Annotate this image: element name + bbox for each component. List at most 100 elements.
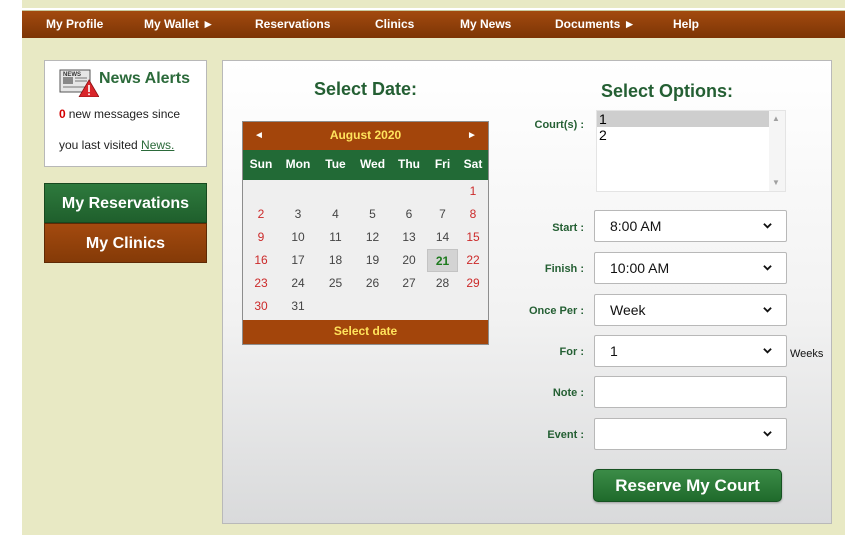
news-line2-text: you last visited <box>59 138 138 152</box>
calendar-empty-cell <box>391 180 427 203</box>
calendar-day[interactable]: 12 <box>354 226 391 249</box>
nav-help[interactable]: Help <box>673 11 699 38</box>
calendar-day[interactable]: 31 <box>279 295 317 318</box>
calendar-day[interactable]: 5 <box>354 203 391 226</box>
news-link[interactable]: News. <box>141 138 174 152</box>
nav-my-news[interactable]: My News <box>460 11 511 38</box>
news-alerts-panel: NEWS News Alerts 0 new messages since you… <box>44 60 207 167</box>
calendar-empty-cell <box>317 295 354 318</box>
calendar-day[interactable]: 21 <box>427 249 458 272</box>
courts-listbox[interactable]: 1 2 ▲ ▼ <box>596 110 786 192</box>
weekday-header: Wed <box>359 157 386 171</box>
calendar-day[interactable]: 27 <box>391 272 427 295</box>
select-date-button[interactable]: Select date <box>243 320 488 344</box>
calendar-day[interactable]: 10 <box>279 226 317 249</box>
courts-label: Court(s) : <box>534 119 585 131</box>
chevron-down-icon <box>763 265 772 271</box>
calendar: ◄ August 2020 ► Sun Mon Tue Wed Thu Fri Sat 12… <box>242 121 489 345</box>
nav-my-wallet[interactable]: My Wallet ► <box>144 11 214 38</box>
my-clinics-button[interactable]: My Clinics <box>44 223 207 263</box>
prev-month-icon[interactable]: ◄ <box>249 122 269 149</box>
scroll-down-icon[interactable]: ▼ <box>772 178 780 187</box>
calendar-day-grid: 1 2 3 4 5 6 7 8 9 10 11 12 13 14 15 16 17 18 19 20 21 22 23 24 2… <box>243 180 488 318</box>
top-nav: My Profile My Wallet ► Reservations Clin… <box>22 11 845 38</box>
court-option-1[interactable]: 1 <box>597 111 769 127</box>
scroll-up-icon[interactable]: ▲ <box>772 114 780 123</box>
reserve-my-court-button[interactable]: Reserve My Court <box>593 469 782 502</box>
calendar-day[interactable]: 3 <box>279 203 317 226</box>
chevron-down-icon <box>763 307 772 313</box>
news-line1-text: new messages since <box>68 107 181 121</box>
court-option-2[interactable]: 2 <box>597 127 769 143</box>
calendar-week-row: 9 10 11 12 13 14 15 <box>243 226 488 249</box>
weekday-header: Fri <box>434 157 451 171</box>
calendar-empty-cell <box>317 180 354 203</box>
calendar-day[interactable]: 17 <box>279 249 317 272</box>
newspaper-alert-icon: NEWS <box>59 69 99 97</box>
news-message-line: 0 new messages since <box>59 107 180 121</box>
finish-label: Finish : <box>544 263 584 275</box>
calendar-day[interactable]: 29 <box>458 272 488 295</box>
calendar-day[interactable]: 15 <box>458 226 488 249</box>
calendar-day[interactable]: 19 <box>354 249 391 272</box>
finish-time-select[interactable]: 10:00 AM <box>594 252 787 284</box>
chevron-down-icon <box>763 431 772 437</box>
for-count-value: 1 <box>610 343 618 359</box>
calendar-empty-cell <box>427 180 458 203</box>
next-month-icon[interactable]: ► <box>462 122 482 149</box>
start-time-select[interactable]: 8:00 AM <box>594 210 787 242</box>
for-count-select[interactable]: 1 <box>594 335 787 367</box>
calendar-day[interactable]: 24 <box>279 272 317 295</box>
once-per-select[interactable]: Week <box>594 294 787 326</box>
nav-documents[interactable]: Documents ► <box>555 11 636 38</box>
news-icon-text: NEWS <box>63 72 81 78</box>
start-label: Start : <box>552 222 584 234</box>
calendar-day[interactable]: 16 <box>243 249 279 272</box>
event-select[interactable] <box>594 418 787 450</box>
nav-clinics[interactable]: Clinics <box>375 11 414 38</box>
calendar-weekday-row: Sun Mon Tue Wed Thu Fri Sat <box>243 150 488 180</box>
news-count: 0 <box>59 107 66 121</box>
calendar-day[interactable]: 18 <box>317 249 354 272</box>
calendar-week-row: 16 17 18 19 20 21 22 <box>243 249 488 272</box>
weekday-header: Sat <box>463 157 483 171</box>
calendar-day[interactable]: 4 <box>317 203 354 226</box>
calendar-day[interactable]: 28 <box>427 272 458 295</box>
calendar-empty-cell <box>243 180 279 203</box>
calendar-day[interactable]: 2 <box>243 203 279 226</box>
courts-scrollbar[interactable]: ▲ ▼ <box>769 111 785 191</box>
calendar-day[interactable]: 7 <box>427 203 458 226</box>
nav-my-profile[interactable]: My Profile <box>46 11 103 38</box>
calendar-day[interactable]: 25 <box>317 272 354 295</box>
calendar-day[interactable]: 6 <box>391 203 427 226</box>
calendar-day[interactable]: 22 <box>458 249 488 272</box>
calendar-header: ◄ August 2020 ► <box>243 122 488 150</box>
calendar-day[interactable]: 1 <box>458 180 488 203</box>
calendar-day[interactable]: 13 <box>391 226 427 249</box>
calendar-empty-cell <box>391 295 427 318</box>
note-input[interactable] <box>594 376 787 408</box>
calendar-day[interactable]: 11 <box>317 226 354 249</box>
calendar-empty-cell <box>279 180 317 203</box>
calendar-day[interactable]: 14 <box>427 226 458 249</box>
weekday-header: Thu <box>398 157 420 171</box>
calendar-day[interactable]: 8 <box>458 203 488 226</box>
calendar-month-label: August 2020 <box>329 128 402 142</box>
for-label: For : <box>559 346 584 358</box>
select-options-title: Select Options: <box>601 81 734 101</box>
calendar-day[interactable]: 20 <box>391 249 427 272</box>
my-reservations-button[interactable]: My Reservations <box>44 183 207 223</box>
calendar-empty-cell <box>427 295 458 318</box>
calendar-day[interactable]: 9 <box>243 226 279 249</box>
calendar-week-row: 2345678 <box>243 203 488 226</box>
calendar-day[interactable]: 30 <box>243 295 279 318</box>
once-per-value: Week <box>610 302 646 318</box>
select-date-title: Select Date: <box>314 79 418 99</box>
nav-reservations[interactable]: Reservations <box>255 11 330 38</box>
calendar-empty-cell <box>458 295 488 318</box>
event-label: Event : <box>547 429 584 441</box>
calendar-day[interactable]: 26 <box>354 272 391 295</box>
calendar-week-row: 1 <box>243 180 488 203</box>
calendar-day[interactable]: 23 <box>243 272 279 295</box>
weekday-header: Tue <box>325 157 346 171</box>
